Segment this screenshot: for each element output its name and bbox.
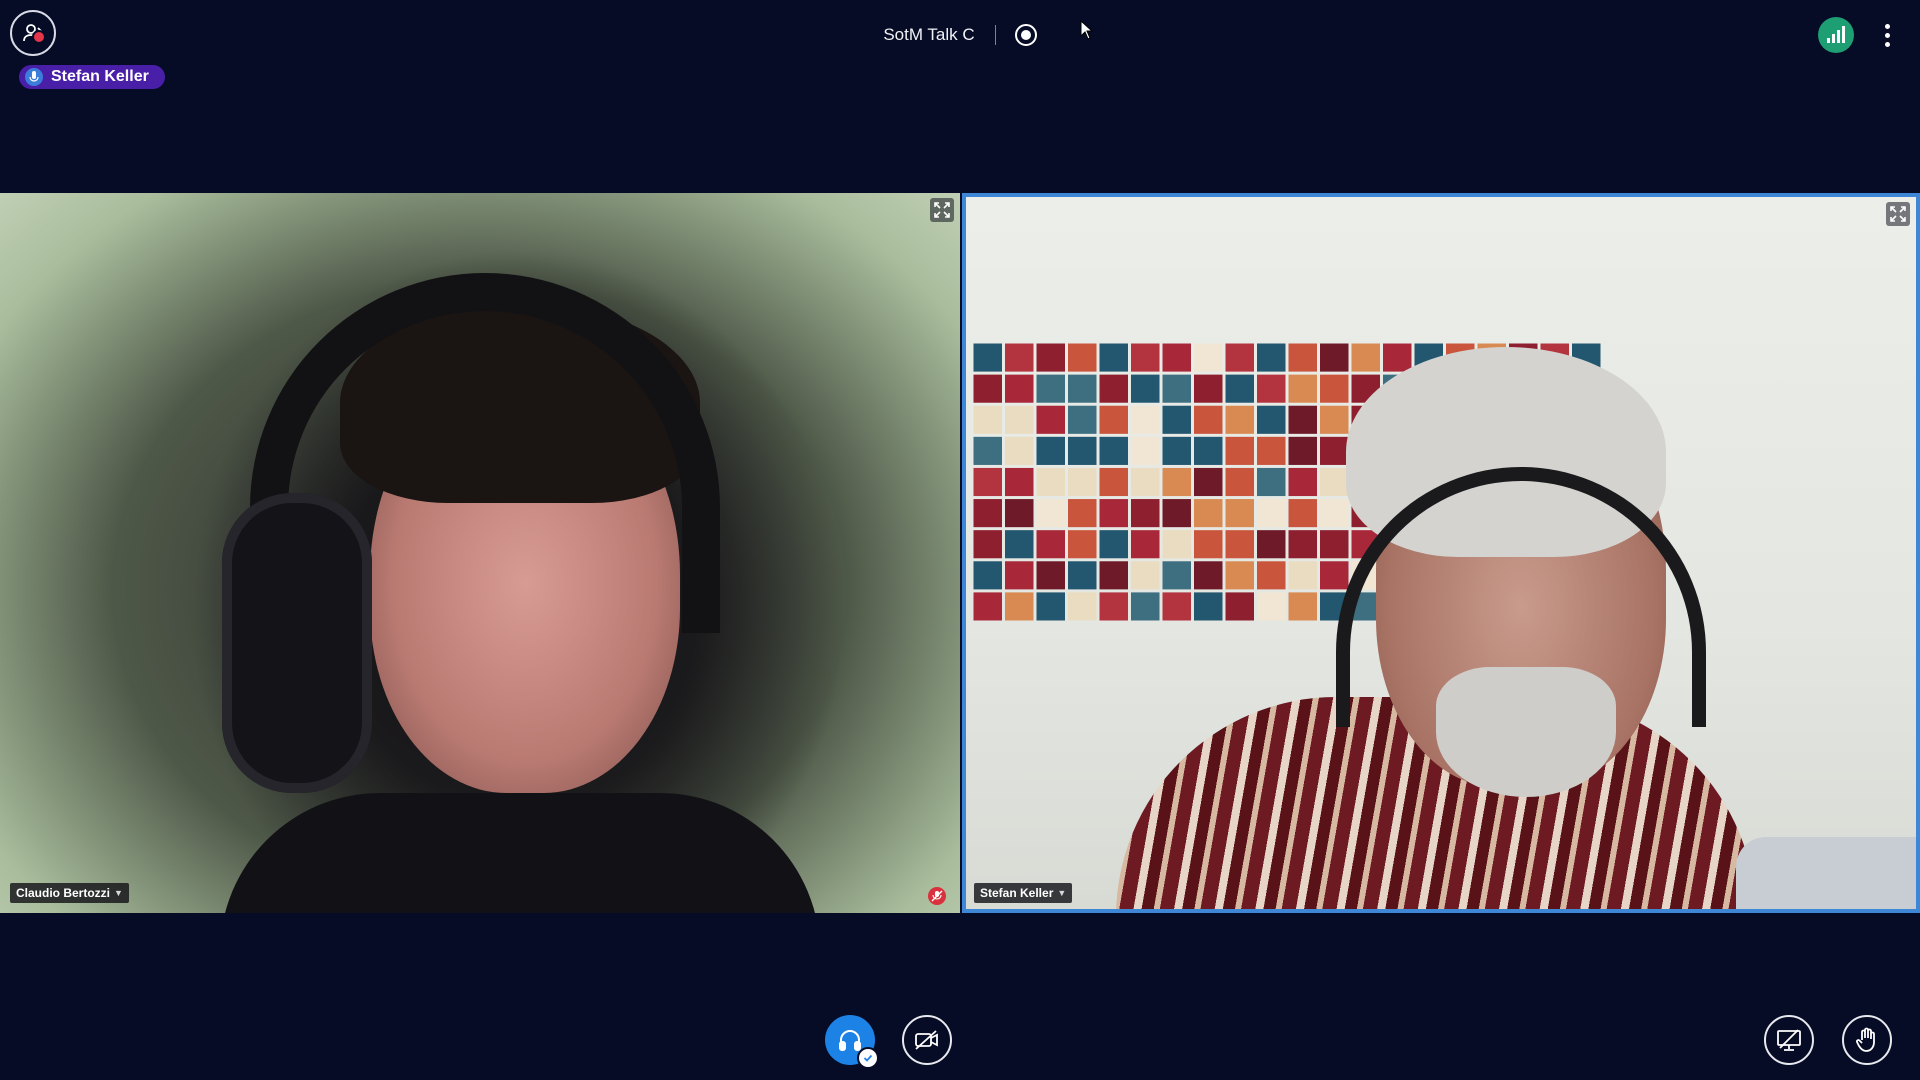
meeting-title: SotM Talk C — [883, 25, 975, 44]
participant-name-tag[interactable]: Stefan Keller ▼ — [974, 883, 1073, 903]
talking-indicator[interactable]: Stefan Keller — [19, 65, 165, 89]
presentation-button[interactable] — [1764, 1015, 1814, 1065]
vertical-dots-icon — [1884, 23, 1890, 29]
record-icon — [1020, 30, 1031, 40]
talking-indicator-name: Stefan Keller — [51, 68, 149, 85]
connection-status-button[interactable] — [1818, 17, 1854, 53]
signal-bars-icon — [1827, 26, 1845, 43]
expand-arrows-icon — [1890, 206, 1906, 222]
header-divider — [994, 25, 996, 45]
participant-name: Claudio Bertozzi — [16, 886, 111, 900]
chevron-down-icon: ▼ — [114, 888, 123, 898]
fullscreen-button[interactable] — [1886, 202, 1910, 226]
raise-hand-button[interactable] — [1842, 1015, 1892, 1065]
fullscreen-button[interactable] — [930, 198, 954, 222]
microphone-icon — [25, 68, 43, 86]
hand-icon — [1856, 1027, 1875, 1052]
participant-name-tag[interactable]: Claudio Bertozzi ▼ — [10, 883, 129, 903]
meeting-window: Stefan Keller SotM Talk C Claudio Bertoz… — [0, 0, 1920, 1080]
share-camera-button[interactable] — [902, 1015, 952, 1065]
camera-off-icon — [915, 1030, 938, 1050]
participant-name: Stefan Keller — [980, 886, 1054, 900]
video-tile-claudio[interactable]: Claudio Bertozzi ▼ — [0, 193, 960, 913]
check-icon — [857, 1047, 879, 1069]
meeting-header: SotM Talk C — [0, 20, 1920, 50]
headphones-icon — [839, 1030, 861, 1051]
expand-arrows-icon — [934, 202, 950, 218]
video-tile-stefan[interactable]: Stefan Keller ▼ — [962, 193, 1920, 913]
chevron-down-icon: ▼ — [1057, 888, 1067, 898]
options-menu-button[interactable] — [1872, 19, 1902, 51]
muted-mic-icon — [928, 887, 946, 905]
mouse-cursor-icon — [1080, 20, 1094, 40]
presentation-icon — [1777, 1029, 1801, 1051]
record-button[interactable] — [1014, 24, 1037, 46]
audio-button[interactable] — [825, 1015, 879, 1069]
